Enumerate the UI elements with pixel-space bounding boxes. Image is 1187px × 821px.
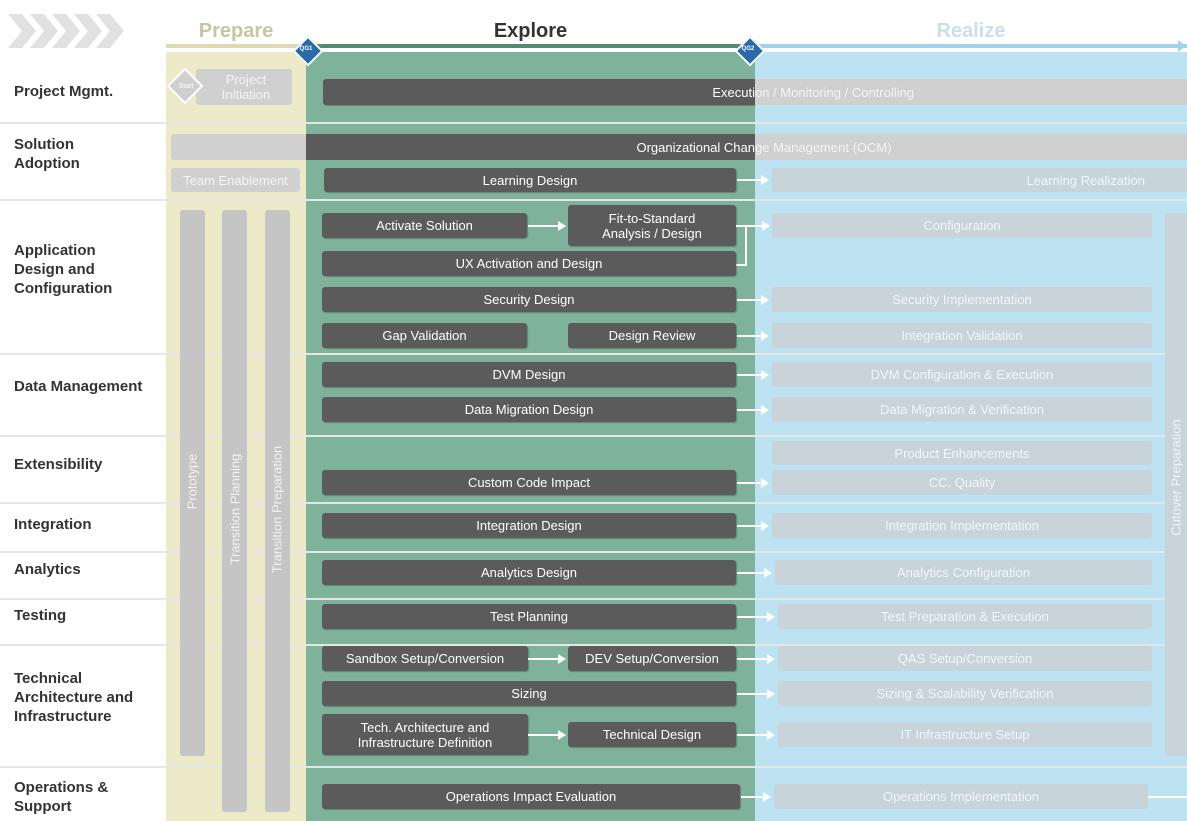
integration-validation-box: Integration Validation (772, 323, 1152, 348)
row-separator (0, 122, 1187, 124)
phase-header-realize: Realize (936, 20, 1006, 42)
end-arrow-icon (1178, 40, 1186, 52)
security-design-box: Security Design (322, 287, 736, 312)
connector-line (745, 225, 747, 265)
team-enablement-box: Team Enablement (171, 168, 300, 192)
security-implementation-box: Security Implementation (772, 287, 1152, 312)
arrow-tech-arch-to-design (528, 730, 566, 740)
design-review-box: Design Review (568, 323, 736, 348)
sizing-verification-box: Sizing & Scalability Verification (778, 681, 1152, 706)
row-label-data-management: Data Management (14, 378, 143, 395)
execution-label-part2: on / Monitoring / Controlling (755, 84, 914, 100)
row-label-operations-support: Operations & Support (14, 779, 109, 815)
realize-phase-bar (755, 44, 1187, 48)
operations-implementation-box: Operations Implementation (774, 784, 1148, 809)
quality-gate-2-label: QG2 (741, 46, 755, 52)
row-separator (0, 502, 1187, 504)
prepare-phase-bar (166, 44, 306, 48)
prototype-label: Prototype (184, 453, 200, 510)
dvm-design-box: DVM Design (322, 362, 736, 387)
row-label-application-design: Application Design and Configuration (14, 242, 113, 297)
row-separator (0, 353, 1187, 355)
arrow-to-configuration (746, 221, 770, 231)
activate-solution-box: Activate Solution (322, 213, 527, 238)
ocm-bar-realize: ge Management (OCM) (755, 134, 1187, 160)
ocm-label-part1: Organizational Chan (636, 139, 755, 155)
ocm-label-part2: ge Management (OCM) (755, 139, 892, 155)
row-label-project-mgmt: Project Mgmt. (14, 83, 114, 100)
learning-realization-box: Learning Realization (772, 168, 1187, 192)
data-migration-design-box: Data Migration Design (322, 397, 736, 422)
arrow-integration (737, 521, 769, 531)
phase-header-explore: Explore (493, 20, 568, 42)
arrow-activate-to-fit (528, 221, 566, 231)
row-label-solution-adoption: Solution Adoption (14, 136, 80, 172)
row-separator (0, 551, 1187, 553)
cc-quality-box: CC. Quality (772, 470, 1152, 495)
arrow-learning (737, 175, 769, 185)
it-infrastructure-box: IT Infrastructure Setup (778, 722, 1152, 747)
arrow-gap-validation (737, 331, 769, 341)
execution-bar-explore: Executi (323, 79, 755, 105)
product-enhancements-box: Product Enhancements (772, 441, 1152, 465)
configuration-box: Configuration (772, 213, 1152, 238)
technical-design-box: Technical Design (568, 722, 736, 747)
operations-impact-box: Operations Impact Evaluation (322, 784, 740, 809)
arrow-analytics (737, 568, 772, 578)
dvm-configuration-box: DVM Configuration & Execution (772, 362, 1152, 387)
arrow-dvm (737, 370, 769, 380)
row-separator (0, 766, 1187, 768)
ocm-bar-explore: Organizational Chan (306, 134, 755, 160)
row-separator (0, 199, 1187, 201)
tech-architecture-definition-box: Tech. Architecture and Infrastructure De… (322, 714, 528, 755)
start-label: Start (178, 83, 194, 90)
transition-preparation-label: Transition Preparation (269, 445, 285, 574)
arrow-security (737, 295, 769, 305)
arrow-technical-design (737, 730, 775, 740)
arrow-data-migration (737, 405, 769, 415)
connector-line (736, 264, 747, 266)
quality-gate-1-label: QG1 (299, 46, 313, 52)
arrow-dev-setup (737, 654, 775, 664)
gap-validation-box: Gap Validation (322, 323, 527, 348)
row-label-testing: Testing (14, 607, 67, 624)
arrow-operations (741, 792, 771, 802)
arrow-sizing (737, 689, 775, 699)
analytics-design-box: Analytics Design (322, 560, 736, 585)
row-label-analytics: Analytics (14, 561, 81, 578)
ux-activation-box: UX Activation and Design (322, 251, 736, 276)
row-separator (0, 598, 1187, 600)
transition-planning-label: Transition Planning (227, 453, 243, 565)
fit-to-standard-box: Fit-to-Standard Analysis / Design (568, 205, 736, 246)
sizing-box: Sizing (322, 681, 736, 706)
learning-design-box: Learning Design (324, 168, 736, 192)
explore-phase-bar (306, 44, 755, 48)
row-label-extensibility: Extensibility (14, 456, 103, 473)
arrow-sandbox-to-dev (528, 654, 566, 664)
row-label-technical-architecture: Technical Architecture and Infrastructur… (14, 670, 134, 725)
phase-header-prepare: Prepare (198, 20, 274, 42)
sandbox-setup-box: Sandbox Setup/Conversion (322, 646, 528, 671)
arrow-testing (737, 612, 775, 622)
custom-code-impact-box: Custom Code Impact (322, 470, 736, 495)
chevrons-icon (8, 14, 124, 48)
integration-implementation-box: Integration Implementation (772, 513, 1152, 538)
data-migration-verification-box: Data Migration & Verification (772, 397, 1152, 422)
test-planning-box: Test Planning (322, 604, 736, 629)
analytics-configuration-box: Analytics Configuration (775, 560, 1152, 585)
test-preparation-box: Test Preparation & Execution (778, 604, 1152, 629)
operations-line (1148, 796, 1187, 798)
cutover-preparation-label: Cutover Preparation (1168, 419, 1184, 536)
project-initiation-box: Project Initiation (196, 69, 292, 105)
execution-bar-realize: on / Monitoring / Controlling (755, 79, 1187, 105)
qas-setup-box: QAS Setup/Conversion (778, 646, 1152, 671)
row-separator (0, 435, 1187, 437)
row-label-integration: Integration (14, 516, 92, 533)
execution-label-part1: Executi (712, 84, 755, 100)
arrow-custom-code (737, 478, 769, 488)
ocm-bar-prepare (171, 134, 306, 160)
integration-design-box: Integration Design (322, 513, 736, 538)
dev-setup-box: DEV Setup/Conversion (568, 646, 736, 671)
